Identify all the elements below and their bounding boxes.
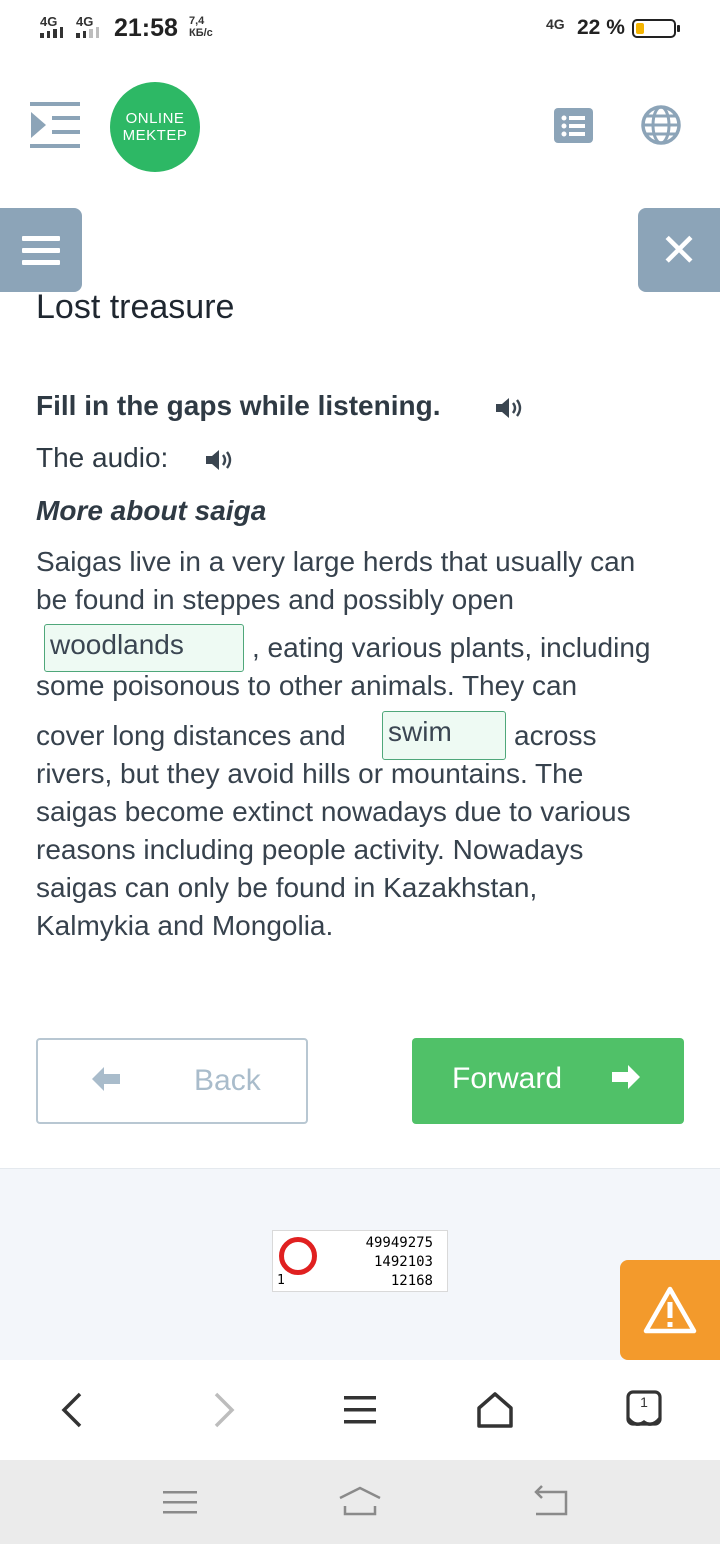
browser-menu-icon[interactable] <box>338 1388 382 1432</box>
battery-icon <box>632 19 680 38</box>
close-button[interactable]: ✕ <box>638 208 720 292</box>
browser-home-icon[interactable] <box>473 1388 517 1432</box>
hamburger-icon-bar <box>22 247 60 253</box>
page-title: Lost treasure <box>36 288 235 326</box>
logo-text-line1: ONLINE <box>125 110 185 127</box>
system-back-icon[interactable] <box>528 1482 572 1522</box>
network-type-right: 4G <box>546 16 565 32</box>
lesson-menu-button[interactable] <box>0 208 82 292</box>
passage-line: saigas become extinct nowadays due to va… <box>36 796 631 827</box>
passage-line: some poisonous to other animals. They ca… <box>36 670 578 701</box>
network-speed-value: 7,4 <box>189 15 205 27</box>
browser-tab-count: 1 <box>640 1394 648 1410</box>
passage-line: cover long distances and <box>36 720 346 751</box>
browser-forward-icon[interactable] <box>202 1388 246 1432</box>
browser-back-icon[interactable] <box>50 1388 94 1432</box>
hamburger-icon-bar <box>22 235 60 241</box>
close-icon: ✕ <box>659 224 699 276</box>
report-problem-button[interactable] <box>620 1260 720 1360</box>
network-speed: 7,4 КБ/с <box>189 15 213 39</box>
audio-label: The audio: <box>36 442 169 473</box>
task-instruction: Fill in the gaps while listening. <box>36 390 441 421</box>
passage-line: rivers, but they avoid hills or mountain… <box>36 758 584 789</box>
arrow-left-icon <box>92 1067 120 1091</box>
battery-level <box>636 23 644 34</box>
system-navigation-bar <box>0 1460 720 1544</box>
passage-line: Saigas live in a very large herds that u… <box>36 546 636 577</box>
browser-toolbar: 1 <box>0 1360 720 1460</box>
visit-counter[interactable]: 1 49949275 1492103 12168 <box>272 1230 448 1292</box>
gap-input-1[interactable]: woodlands <box>44 624 244 672</box>
counter-today: 12168 <box>390 1273 433 1289</box>
signal-strength-icon-2 <box>76 27 99 38</box>
battery-percent: 22 % <box>577 16 625 39</box>
text-subtitle: More about saiga <box>36 495 267 526</box>
network-speed-unit: КБ/с <box>189 27 213 39</box>
counter-small-number: 1 <box>277 1273 285 1288</box>
recent-apps-icon[interactable] <box>158 1482 202 1522</box>
logo-text-line2: MEKTEP <box>122 127 188 144</box>
list-icon[interactable] <box>554 108 593 143</box>
passage-line: , eating various plants, including <box>252 632 651 663</box>
passage-line: Kalmykia and Mongolia. <box>36 910 334 941</box>
counter-logo-icon <box>279 1237 317 1275</box>
instruction-audio-icon[interactable] <box>494 394 526 422</box>
counter-values: 49949275 1492103 12168 <box>366 1234 433 1291</box>
browser-tabs-button[interactable]: 1 <box>622 1388 666 1432</box>
signal-strength-icon-1 <box>40 27 63 38</box>
audio-play-icon[interactable] <box>204 446 236 474</box>
forward-button[interactable]: Forward <box>412 1038 684 1124</box>
system-home-icon[interactable] <box>338 1482 382 1522</box>
gap-input-2[interactable]: swim <box>382 711 506 760</box>
globe-icon[interactable] <box>640 104 682 146</box>
status-bar: 4G 4G 21:58 7,4 КБ/с 4G 22 % <box>0 0 720 56</box>
passage-line: reasons including people activity. Nowad… <box>36 834 584 865</box>
forward-button-label: Forward <box>452 1062 563 1095</box>
back-button-label: Back <box>194 1064 261 1097</box>
passage-line: saigas can only be found in Kazakhstan, <box>36 872 538 903</box>
online-mektep-logo[interactable]: ONLINE MEKTEP <box>110 82 200 172</box>
arrow-right-icon <box>612 1065 640 1089</box>
clock: 21:58 <box>114 14 178 42</box>
menu-indent-icon[interactable] <box>30 100 82 150</box>
passage-line: across <box>514 720 597 751</box>
back-button[interactable]: Back <box>36 1038 308 1124</box>
counter-month: 1492103 <box>373 1254 433 1270</box>
counter-total: 49949275 <box>365 1235 433 1251</box>
passage-line: be found in steppes and possibly open <box>36 584 514 615</box>
warning-icon <box>643 1286 697 1334</box>
hamburger-icon-bar <box>22 259 60 265</box>
